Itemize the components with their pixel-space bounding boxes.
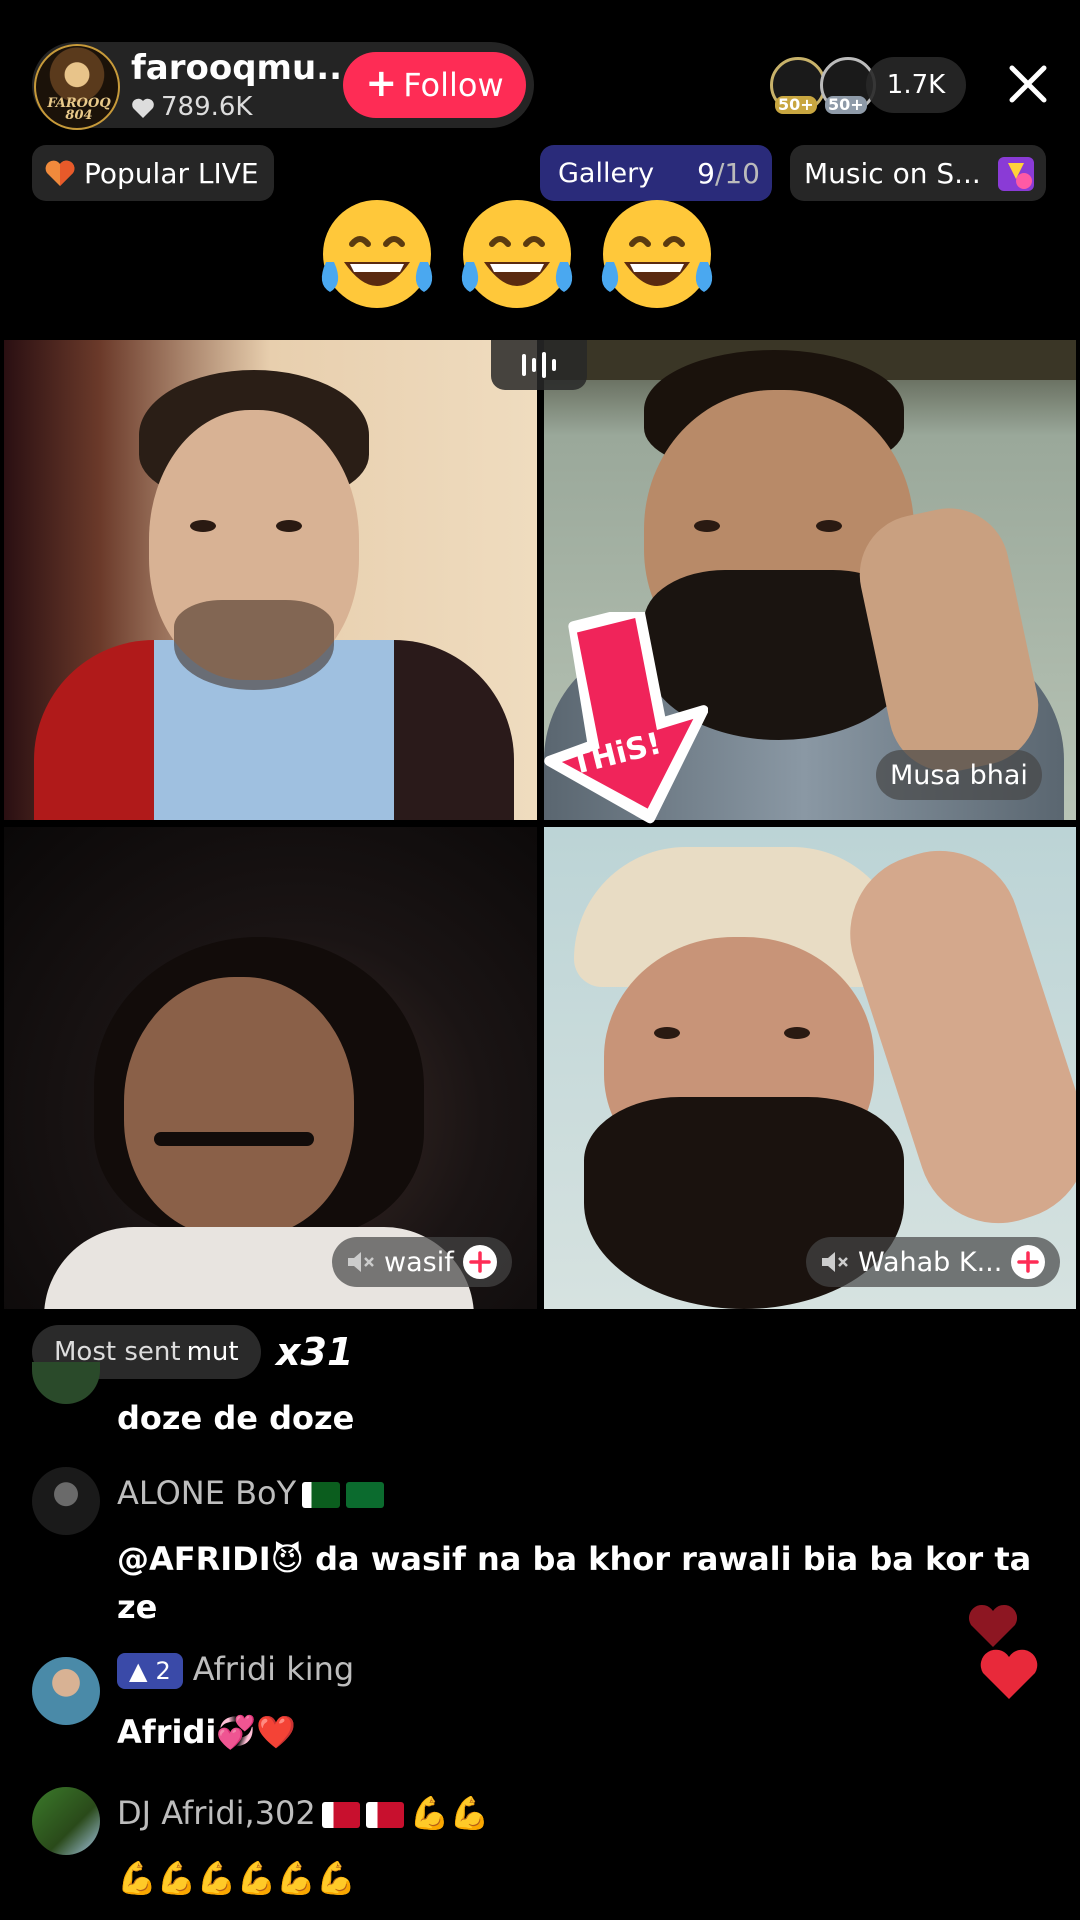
layout-toggle-handle[interactable] bbox=[491, 340, 587, 390]
commenter-avatar[interactable] bbox=[32, 1657, 100, 1725]
gift-multiplier: x31 bbox=[276, 1330, 354, 1374]
host-likes-count: 789.6K bbox=[161, 92, 253, 122]
laughing-tears-icon bbox=[601, 200, 713, 308]
guest-video-tile[interactable]: Wahab K... bbox=[544, 827, 1076, 1309]
host-name[interactable]: farooqmu... bbox=[131, 48, 355, 88]
bahrain-flag-icon bbox=[365, 1802, 404, 1828]
popular-live-tag[interactable]: Popular LIVE bbox=[32, 145, 274, 201]
participant-name-tag[interactable]: wasif bbox=[332, 1237, 512, 1287]
commenter-name[interactable]: ALONE BoY bbox=[117, 1474, 385, 1512]
flexed-biceps-icon: 💪💪 bbox=[409, 1794, 490, 1832]
add-friend-icon[interactable] bbox=[462, 1244, 498, 1280]
music-tag[interactable]: Music on S... bbox=[790, 145, 1046, 201]
this-arrow-sticker: THiS! bbox=[544, 612, 708, 824]
muted-icon bbox=[348, 1252, 374, 1272]
host-avatar-tag: FAROOQ 804 bbox=[47, 96, 111, 123]
gallery-count: 9/10 bbox=[697, 156, 760, 190]
plus-icon: + bbox=[365, 61, 398, 105]
participant-name-tag[interactable]: Musa bhai bbox=[876, 750, 1042, 800]
viewer-count[interactable]: 1.7K bbox=[866, 57, 966, 113]
guest-video-tile[interactable] bbox=[4, 340, 537, 820]
add-friend-icon[interactable] bbox=[1010, 1244, 1046, 1280]
saudi-flag-icon bbox=[346, 1482, 385, 1508]
popular-live-label: Popular LIVE bbox=[84, 156, 259, 190]
laughing-tears-icon bbox=[461, 200, 573, 308]
participant-name: wasif bbox=[384, 1246, 454, 1278]
flame-heart-icon bbox=[45, 160, 75, 186]
viewer-rank-badge: 50+ bbox=[825, 96, 867, 114]
follow-button[interactable]: + Follow bbox=[343, 52, 526, 118]
most-sent-gift-name: mut bbox=[186, 1337, 239, 1367]
bahrain-flag-icon bbox=[321, 1802, 360, 1828]
guest-video-tile[interactable]: wasif bbox=[4, 827, 537, 1309]
laughing-emoji-row bbox=[312, 192, 722, 322]
viewer-rank-badge: 50+ bbox=[775, 96, 817, 114]
laughing-tears-icon bbox=[321, 200, 433, 308]
floating-hearts-icon bbox=[968, 1604, 1038, 1699]
heart-icon bbox=[131, 96, 155, 118]
viewer-avatar[interactable]: 50+ bbox=[770, 57, 826, 114]
host-avatar[interactable]: FAROOQ 804 bbox=[34, 44, 120, 130]
commenter-avatar[interactable] bbox=[32, 1787, 100, 1855]
music-label: Music on S... bbox=[804, 156, 981, 190]
participant-name: Wahab K... bbox=[858, 1246, 1003, 1278]
comment-text: doze de doze bbox=[117, 1399, 355, 1437]
user-level-badge: ▲ 2 bbox=[117, 1653, 183, 1689]
participant-name: Musa bhai bbox=[890, 759, 1028, 791]
comment-text: Afridi💞❤️ bbox=[117, 1713, 296, 1751]
participant-name-tag[interactable]: Wahab K... bbox=[806, 1237, 1061, 1287]
close-icon[interactable] bbox=[1006, 62, 1050, 106]
gallery-label: Gallery bbox=[558, 157, 655, 189]
commenter-avatar[interactable] bbox=[32, 1362, 100, 1404]
pakistan-flag-icon bbox=[302, 1482, 341, 1508]
host-likes: 789.6K bbox=[131, 92, 252, 122]
top-viewers[interactable]: 50+ 50+ bbox=[770, 57, 876, 114]
muted-icon bbox=[822, 1252, 848, 1272]
commenter-avatar[interactable] bbox=[32, 1467, 100, 1535]
music-game-icon bbox=[998, 157, 1034, 191]
comment-text: @AFRIDI😈 da wasif na ba khor rawali bia … bbox=[117, 1540, 1032, 1626]
follow-label: Follow bbox=[403, 66, 504, 104]
level-triangle-icon: ▲ bbox=[129, 1657, 148, 1685]
commenter-name[interactable]: DJ Afridi,302 💪💪 bbox=[117, 1794, 489, 1832]
audio-bars-icon bbox=[522, 352, 556, 378]
comment-text: 💪💪💪💪💪💪 bbox=[117, 1859, 357, 1897]
commenter-name[interactable]: ▲ 2 Afridi king bbox=[117, 1650, 354, 1689]
